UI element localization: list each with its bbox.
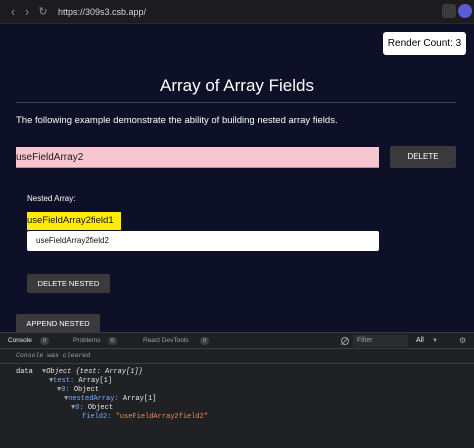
reload-icon[interactable]: ↻ <box>36 4 50 20</box>
react-devtools-count-badge: 0 <box>200 337 209 345</box>
extension-icon[interactable] <box>442 4 456 18</box>
page-description: The following example demonstrate the ab… <box>16 115 338 126</box>
tab-problems[interactable]: Problems <box>73 333 100 349</box>
clear-console-icon[interactable] <box>341 337 349 345</box>
nested-array-label: Nested Array: <box>27 194 76 203</box>
devtools-tab-bar: Console 0 Problems 0 React DevTools 0 Fi… <box>0 333 474 349</box>
back-icon[interactable]: ‹ <box>6 4 20 20</box>
page-title: Array of Array Fields <box>160 76 314 95</box>
nested-field-input-1[interactable]: useFieldArray2field1 <box>27 212 121 230</box>
log-label: data <box>16 368 33 376</box>
profile-icon[interactable] <box>458 4 472 18</box>
console-divider <box>0 363 474 364</box>
tab-react-devtools[interactable]: React DevTools <box>143 333 189 349</box>
log-level-select[interactable]: All <box>414 333 444 349</box>
console-filter-input[interactable]: Filter <box>353 335 408 347</box>
log-line-nested-index-0[interactable]: ▼0: Object <box>71 404 113 413</box>
append-nested-button[interactable]: APPEND NESTED <box>16 314 100 332</box>
app-viewport: Render Count: 3 Array of Array Fields Th… <box>0 24 474 332</box>
problems-count-badge: 0 <box>108 337 117 345</box>
tab-console[interactable]: Console <box>8 333 32 349</box>
address-bar[interactable]: https://309s3.csb.app/ <box>54 4 434 20</box>
log-line-test[interactable]: ▼test: Array[1] <box>49 377 112 386</box>
nested-field-input-2[interactable]: useFieldArray2field2 <box>27 231 379 251</box>
log-line-index-0[interactable]: ▼0: Object <box>57 386 99 395</box>
log-line-object[interactable]: ▼Object {test: Array[1]} <box>42 368 143 377</box>
gear-icon[interactable]: ⚙ <box>459 333 466 349</box>
log-line-nested-array[interactable]: ▼nestedArray: Array[1] <box>64 395 156 404</box>
delete-button[interactable]: DELETE <box>390 146 456 168</box>
title-divider <box>16 102 456 103</box>
console-cleared-message: Console was cleared <box>16 352 91 359</box>
log-line-field2: field2: "useFieldArray2field2" <box>82 413 209 421</box>
outer-field-input[interactable]: useFieldArray2 <box>16 147 379 168</box>
render-count-badge: Render Count: 3 <box>383 32 466 55</box>
devtools-panel: Console 0 Problems 0 React DevTools 0 Fi… <box>0 332 474 448</box>
chevron-down-icon: ▼ <box>432 338 438 344</box>
delete-nested-button[interactable]: DELETE NESTED <box>27 274 110 293</box>
forward-icon[interactable]: › <box>20 4 34 20</box>
browser-toolbar: ‹ › ↻ https://309s3.csb.app/ <box>0 0 474 24</box>
console-count-badge: 0 <box>40 337 49 345</box>
